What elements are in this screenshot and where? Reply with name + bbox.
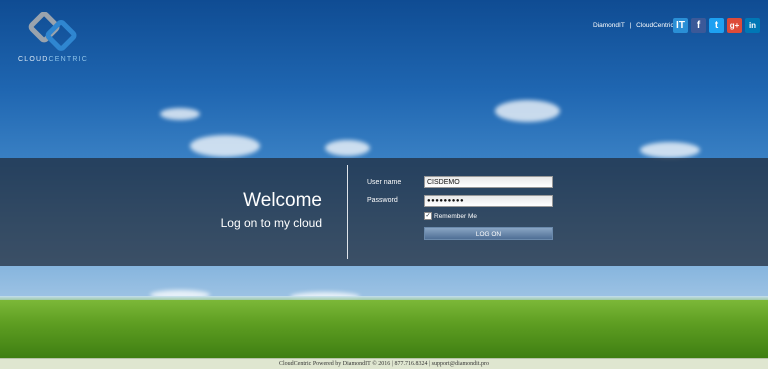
footer: CloudCentric Powered by DiamondIT © 2016… <box>0 358 768 369</box>
cloud <box>495 100 560 122</box>
password-input[interactable]: ●●●●●●●●● <box>424 195 553 207</box>
linkedin-icon[interactable]: in <box>745 18 760 33</box>
welcome-block: Welcome Log on to my cloud <box>221 190 322 230</box>
social-links: IT f t g+ in <box>673 18 760 33</box>
divider <box>347 165 348 259</box>
logon-button[interactable]: LOG ON <box>424 227 553 240</box>
link-cloudcentric[interactable]: CloudCentric <box>636 22 674 29</box>
twitter-icon[interactable]: t <box>709 18 724 33</box>
remember-label: Remember Me <box>434 212 477 220</box>
welcome-title: Welcome <box>243 190 322 211</box>
link-separator: | <box>629 22 632 29</box>
username-input[interactable]: CISDEMO <box>424 176 553 188</box>
login-band <box>0 158 768 266</box>
google-plus-icon[interactable]: g+ <box>727 18 742 33</box>
link-diamondit[interactable]: DiamondIT <box>593 22 625 29</box>
password-label: Password <box>367 197 398 204</box>
it-icon[interactable]: IT <box>673 18 688 33</box>
facebook-icon[interactable]: f <box>691 18 706 33</box>
logo-text-cloud: CLOUD <box>18 56 49 63</box>
remember-checkbox[interactable]: ✓ <box>424 212 432 220</box>
username-label: User name <box>367 179 402 186</box>
cloud <box>325 140 370 156</box>
footer-text: CloudCentric Powered by DiamondIT © 2016… <box>278 361 490 367</box>
remember-me[interactable]: ✓ Remember Me <box>424 212 477 220</box>
welcome-subtitle: Log on to my cloud <box>220 216 322 230</box>
grass-field <box>0 300 768 358</box>
cloud <box>640 142 700 158</box>
cloud <box>160 108 200 120</box>
logo-text-centric: CENTRIC <box>48 56 89 63</box>
header-links: DiamondIT | CloudCentric <box>593 22 677 29</box>
cloud <box>190 135 260 157</box>
logo-wordmark: CLOUDCENTRIC <box>18 56 88 63</box>
